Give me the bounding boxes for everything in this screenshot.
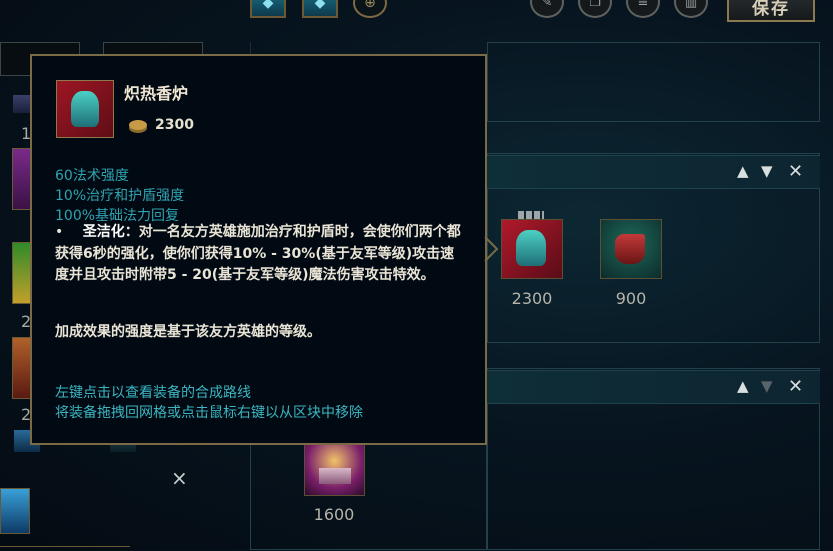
item-card-boots[interactable] bbox=[600, 219, 662, 279]
remove-item-close-icon[interactable]: × bbox=[171, 466, 188, 490]
lock-button[interactable]: ⊕ bbox=[353, 0, 387, 18]
gold-coin-icon bbox=[129, 120, 147, 133]
boots-icon bbox=[615, 234, 645, 264]
clear-list-button[interactable]: ≡ bbox=[626, 0, 660, 18]
tooltip-item-cost: 2300 bbox=[155, 117, 194, 133]
item-card-tome[interactable] bbox=[304, 437, 365, 496]
tooltip-pointer-icon bbox=[484, 236, 499, 262]
tooltip-hint-remove: 将装备拖拽回网格或点击鼠标右键以从区块中移除 bbox=[55, 405, 363, 421]
block-2-header[interactable]: ▲ ▼ ✕ bbox=[487, 370, 820, 404]
save-button[interactable]: 保存 bbox=[727, 0, 815, 22]
censer-icon bbox=[71, 91, 99, 127]
tooltip-item-icon bbox=[56, 80, 114, 138]
tome-icon bbox=[319, 468, 351, 484]
delete-button[interactable]: ▥ bbox=[674, 0, 708, 18]
item-card-censer[interactable] bbox=[501, 219, 563, 279]
move-block-up-icon[interactable]: ▲ bbox=[737, 377, 749, 395]
delete-icon: ▥ bbox=[684, 0, 698, 10]
censer-icon bbox=[516, 230, 546, 266]
remove-block-close-icon[interactable]: ✕ bbox=[788, 376, 803, 397]
tooltip-stat: 10%治疗和护盾强度 bbox=[55, 188, 185, 204]
tooltip-passive-description: • 圣洁化：对一名友方英雄施加治疗和护盾时，会使你们两个都获得6秒的强化，使你们… bbox=[55, 222, 465, 287]
item-price: 900 bbox=[615, 289, 647, 308]
copy-button[interactable]: ❐ bbox=[578, 0, 612, 18]
tooltip-item-name: 炽热香炉 bbox=[124, 84, 189, 103]
lock-icon: ⊕ bbox=[364, 0, 376, 11]
item-tooltip: 炽热香炉 2300 60法术强度 10%治疗和护盾强度 100%基础法力回复 •… bbox=[30, 54, 487, 445]
move-block-down-icon[interactable]: ▼ bbox=[761, 162, 773, 180]
remove-block-close-icon[interactable]: ✕ bbox=[788, 161, 803, 182]
passive-name: 圣洁化 bbox=[82, 224, 125, 240]
copy-icon: ❐ bbox=[589, 0, 601, 10]
item-set-block-2-inner bbox=[250, 445, 487, 550]
passive-bullet: • bbox=[55, 224, 64, 240]
move-block-down-icon: ▼ bbox=[761, 377, 773, 395]
tooltip-hint-left-click: 左键点击以查看装备的合成路线 bbox=[55, 385, 251, 401]
recommended-items-icon: ◆ bbox=[262, 0, 274, 11]
edit-icon: ✎ bbox=[541, 0, 553, 10]
tooltip-stat: 60法术强度 bbox=[55, 168, 129, 184]
clear-list-icon: ≡ bbox=[637, 0, 649, 10]
item-price: 2300 bbox=[511, 289, 553, 308]
item-sets-icon: ◆ bbox=[314, 0, 326, 11]
left-bottom-tab[interactable] bbox=[0, 546, 130, 551]
block-1-header[interactable]: ▲ ▼ ✕ bbox=[487, 155, 820, 189]
edit-button[interactable]: ✎ bbox=[530, 0, 564, 18]
move-block-up-icon[interactable]: ▲ bbox=[737, 162, 749, 180]
item-set-block-top bbox=[487, 42, 820, 122]
recommended-items-button[interactable]: ◆ bbox=[250, 0, 286, 18]
tooltip-note: 加成效果的强度是基于该友方英雄的等级。 bbox=[55, 324, 321, 340]
item-sets-button[interactable]: ◆ bbox=[302, 0, 338, 18]
grid-item-1[interactable] bbox=[13, 95, 31, 113]
grid-item-7[interactable] bbox=[0, 488, 30, 534]
item-price: 1600 bbox=[313, 505, 355, 524]
